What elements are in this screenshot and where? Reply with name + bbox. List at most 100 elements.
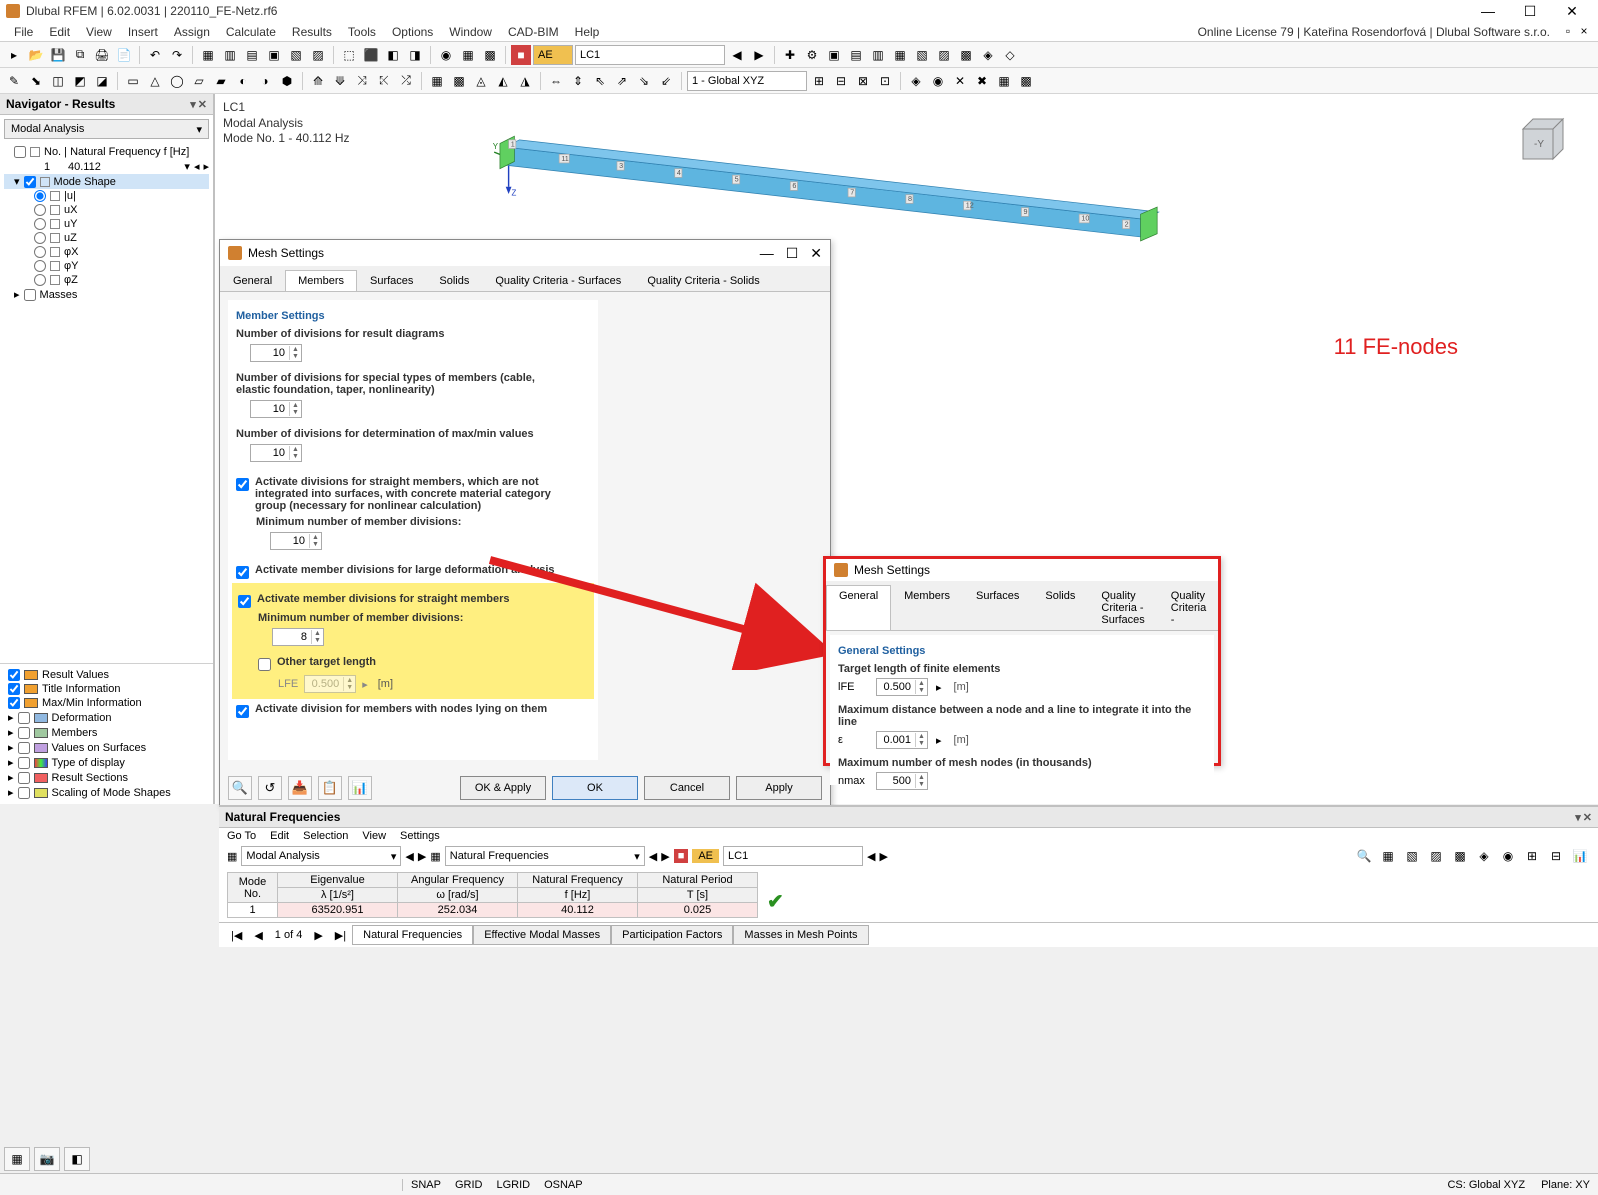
x11-icon[interactable]: ◇ <box>1000 45 1020 65</box>
t2ac-icon[interactable]: ⇙ <box>656 71 676 91</box>
nav-pin-icon[interactable]: ▾ <box>190 98 196 111</box>
tab-qc-surfaces[interactable]: Quality Criteria - Surfaces <box>482 270 634 291</box>
x5-icon[interactable]: ▥ <box>868 45 888 65</box>
t2ak-icon[interactable]: ✖ <box>972 71 992 91</box>
t2e-icon[interactable]: ◪ <box>92 71 112 91</box>
close-sub-button[interactable]: × <box>1576 24 1592 40</box>
status-snap[interactable]: SNAP <box>402 1179 441 1191</box>
btab-emm[interactable]: Effective Modal Masses <box>473 925 611 945</box>
sub-tab-surfaces[interactable]: Surfaces <box>963 585 1032 630</box>
t2j-icon[interactable]: ▰ <box>211 71 231 91</box>
cs-combo[interactable]: 1 - Global XYZ <box>687 71 807 91</box>
nf-tool8-icon[interactable]: ⊞ <box>1522 846 1542 866</box>
tool5-icon[interactable]: ◉ <box>436 45 456 65</box>
t2r-icon[interactable]: ⤮ <box>396 71 416 91</box>
ms-uz-radio[interactable] <box>34 232 46 244</box>
nf-menu-goto[interactable]: Go To <box>227 830 256 842</box>
page-prev-icon[interactable]: ◀ <box>248 927 268 944</box>
v4-icon[interactable]: ▣ <box>264 45 284 65</box>
nf-lc-combo[interactable]: LC1 <box>723 846 863 866</box>
sub-tab-qc-surf[interactable]: Quality Criteria - Surfaces <box>1088 585 1157 630</box>
footer-views-icon[interactable]: ▦ <box>4 1147 30 1171</box>
restore-sub-button[interactable]: ▫ <box>1560 24 1576 40</box>
tab-qc-solids[interactable]: Quality Criteria - Solids <box>634 270 772 291</box>
redo-icon[interactable]: ↷ <box>167 45 187 65</box>
opt-members-check[interactable] <box>18 727 30 739</box>
nf-red-icon[interactable]: ■ <box>674 849 689 863</box>
status-osnap[interactable]: OSNAP <box>544 1179 583 1191</box>
dialog-close-icon[interactable]: ✕ <box>810 245 822 262</box>
masses-check[interactable] <box>24 289 36 301</box>
x2-icon[interactable]: ⚙ <box>802 45 822 65</box>
v2-icon[interactable]: ▥ <box>220 45 240 65</box>
x8-icon[interactable]: ▨ <box>934 45 954 65</box>
v6-icon[interactable]: ▨ <box>308 45 328 65</box>
t2l-icon[interactable]: ◑ <box>255 71 275 91</box>
tool1-icon[interactable]: ⬚ <box>339 45 359 65</box>
t2ai-icon[interactable]: ◉ <box>928 71 948 91</box>
load-red-icon[interactable]: ■ <box>511 45 531 65</box>
ms-ux-radio[interactable] <box>34 204 46 216</box>
t2s-icon[interactable]: ▦ <box>427 71 447 91</box>
footer-extra-icon[interactable]: 📊 <box>348 776 372 800</box>
t2ae-icon[interactable]: ⊟ <box>831 71 851 91</box>
chk-other-len[interactable] <box>258 658 271 671</box>
menu-edit[interactable]: Edit <box>41 23 78 41</box>
tab-members[interactable]: Members <box>285 270 357 291</box>
btab-pf[interactable]: Participation Factors <box>611 925 733 945</box>
btab-mmp[interactable]: Masses in Mesh Points <box>733 925 868 945</box>
dialog-titlebar[interactable]: Mesh Settings — ☐ ✕ <box>220 240 830 266</box>
t2c-icon[interactable]: ◫ <box>48 71 68 91</box>
nf-tool3-icon[interactable]: ▧ <box>1402 846 1422 866</box>
nav-analysis-combo[interactable]: Modal Analysis▾ <box>4 119 209 139</box>
ms-px-radio[interactable] <box>34 246 46 258</box>
menu-calculate[interactable]: Calculate <box>218 23 284 41</box>
nf-menu-edit[interactable]: Edit <box>270 830 289 842</box>
t2ag-icon[interactable]: ⊡ <box>875 71 895 91</box>
menu-cadbim[interactable]: CAD-BIM <box>500 23 567 41</box>
page-first-icon[interactable]: |◀ <box>225 927 248 944</box>
menu-file[interactable]: File <box>6 23 41 41</box>
v1-icon[interactable]: ▦ <box>198 45 218 65</box>
ms-uy-radio[interactable] <box>34 218 46 230</box>
spin-div-result[interactable]: 10▲▼ <box>250 344 302 362</box>
menu-results[interactable]: Results <box>284 23 340 41</box>
nf-nav-icon[interactable]: ▦ <box>430 850 440 863</box>
tree-expand-icon[interactable]: ▾ <box>14 175 20 188</box>
apply-button[interactable]: Apply <box>736 776 822 800</box>
t2am-icon[interactable]: ▩ <box>1016 71 1036 91</box>
new-icon[interactable]: ▸ <box>4 45 24 65</box>
nf-tool10-icon[interactable]: 📊 <box>1570 846 1590 866</box>
opt-scaling-check[interactable] <box>18 787 30 799</box>
modeshape-check[interactable] <box>24 176 36 188</box>
t2i-icon[interactable]: ▱ <box>189 71 209 91</box>
dialog-maximize-icon[interactable]: ☐ <box>786 245 799 262</box>
nf-tool1-icon[interactable]: 🔍 <box>1354 846 1374 866</box>
freq-prev-icon[interactable]: ◂ <box>194 160 200 173</box>
footer-import-icon[interactable]: 📥 <box>288 776 312 800</box>
t2ab-icon[interactable]: ⇘ <box>634 71 654 91</box>
status-lgrid[interactable]: LGRID <box>496 1179 530 1191</box>
btab-nf[interactable]: Natural Frequencies <box>352 925 473 945</box>
dialog-minimize-icon[interactable]: — <box>760 245 774 262</box>
report-icon[interactable]: 📄 <box>114 45 134 65</box>
ae-combo[interactable]: AE <box>533 45 573 65</box>
tab-general[interactable]: General <box>220 270 285 291</box>
chk-straight-surf[interactable] <box>236 478 249 491</box>
t2a-icon[interactable]: ✎ <box>4 71 24 91</box>
freq-dropdown-icon[interactable]: ▾ <box>184 160 190 173</box>
ms-pz-radio[interactable] <box>34 274 46 286</box>
spin-target-lfe[interactable]: 0.500▲▼ <box>876 678 928 696</box>
nav-freq-check[interactable] <box>14 146 26 158</box>
menu-options[interactable]: Options <box>384 23 441 41</box>
opt-resultsect-check[interactable] <box>18 772 30 784</box>
nf-pin-icon[interactable]: ▾ <box>1575 811 1581 824</box>
footer-default-icon[interactable]: ↺ <box>258 776 282 800</box>
opt-titleinfo-check[interactable] <box>8 683 20 695</box>
tool7-icon[interactable]: ▩ <box>480 45 500 65</box>
nf-analysis-combo[interactable]: Modal Analysis▾ <box>241 846 401 866</box>
spin-nmax[interactable]: 500▲▼ <box>876 772 928 790</box>
table-row[interactable]: 1 63520.951 252.034 40.112 0.025 <box>228 903 758 918</box>
t2w-icon[interactable]: ◮ <box>515 71 535 91</box>
menu-assign[interactable]: Assign <box>166 23 218 41</box>
